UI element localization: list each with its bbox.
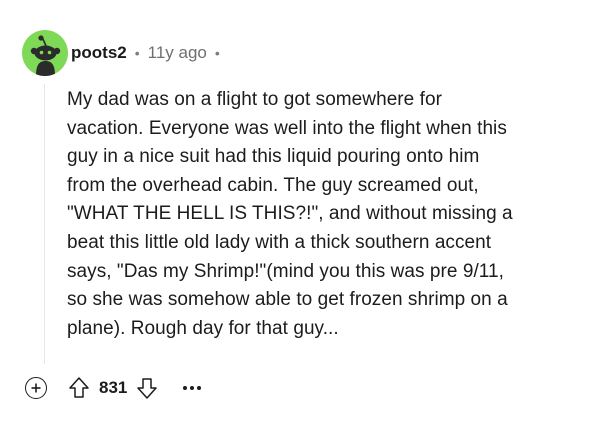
separator-dot-trailing: • [214, 45, 220, 61]
arrow-up-icon [69, 377, 89, 398]
comment-line: plane). Rough day for that guy... [67, 317, 339, 339]
comment-line: from the overhead cabin. The guy screame… [67, 174, 479, 196]
avatar[interactable] [22, 30, 68, 76]
ellipsis-icon [183, 386, 188, 390]
vote-group: 831 [67, 375, 159, 401]
comment-line: "WHAT THE HELL IS THIS?!", and without m… [67, 203, 513, 225]
vote-score: 831 [99, 378, 128, 397]
comment-body: My dad was on a flight to got somewhere … [67, 86, 587, 343]
more-options-button[interactable] [183, 378, 202, 398]
arrow-down-icon [137, 378, 158, 399]
comment-line: guy in a nice suit had this liquid pouri… [67, 146, 480, 168]
plus-circle-icon [31, 383, 41, 393]
comment-line: so she was somehow able to get frozen sh… [67, 289, 508, 311]
comment-actions: 831 [25, 374, 202, 402]
comment-header: poots2 • 11y ago • [71, 41, 228, 65]
username[interactable]: poots2 [71, 43, 127, 63]
comment-line: My dad was on a flight to got somewhere … [67, 89, 442, 110]
upvote-button[interactable] [67, 375, 91, 401]
comment-line: says, "Das my Shrimp!"(mind you this was… [67, 260, 504, 282]
expand-button[interactable] [25, 377, 47, 399]
comment-line: vacation. Everyone was well into the fli… [67, 117, 507, 139]
reddit-snoo-avatar-icon [30, 35, 61, 76]
ellipsis-icon [190, 386, 195, 390]
comment-line: beat this little old lady with a thick s… [67, 231, 492, 253]
separator-dot: • [134, 45, 140, 61]
thread-line[interactable] [44, 84, 45, 364]
downvote-button[interactable] [135, 375, 159, 401]
timestamp: 11y ago [147, 43, 207, 62]
ellipsis-icon [197, 386, 202, 390]
